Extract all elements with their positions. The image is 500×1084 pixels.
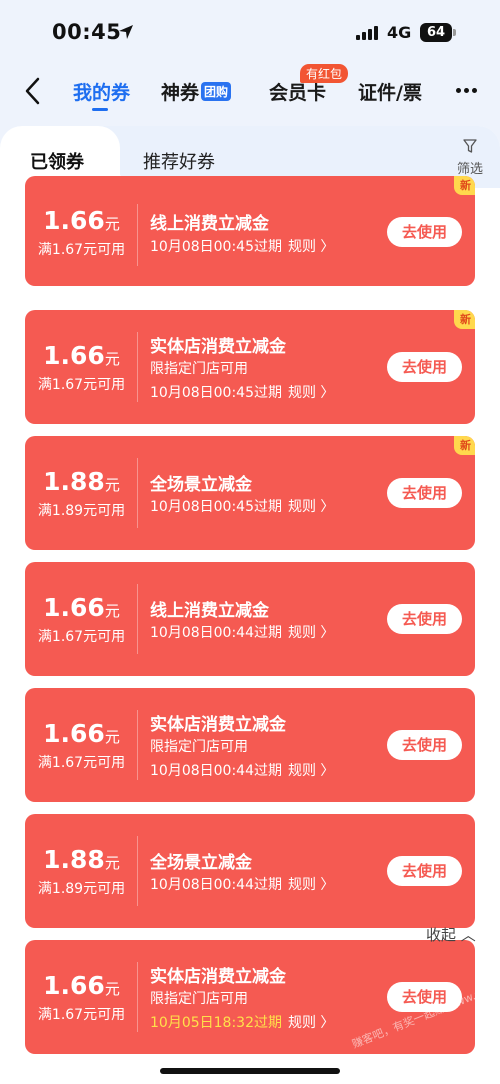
filter-button[interactable]: 筛选	[452, 138, 488, 177]
coupon-expiry: 10月08日00:45过期 规则 〉	[150, 385, 335, 401]
coupon-title: 全场景立减金	[150, 853, 252, 873]
coupon-condition: 满1.67元可用	[37, 1007, 126, 1023]
coupon-card: 1.66元 满1.67元可用 线上消费立减金 10月08日00:44过期 规则 〉…	[25, 562, 475, 676]
coupon-expiry: 10月08日00:44过期 规则 〉	[150, 763, 335, 779]
coupon-rule-link[interactable]: 规则 〉	[288, 1015, 334, 1031]
coupon-panel: 已领券 推荐好券 筛选 1.66元 满1.67元可用 线上消费立减金 10月08…	[0, 126, 500, 1084]
red-packet-badge: 有红包	[300, 64, 349, 83]
new-badge: 新	[454, 436, 475, 455]
coupon-divider	[137, 710, 138, 780]
coupon-card: 1.88元 满1.89元可用 全场景立减金 10月08日00:45过期 规则 〉 …	[25, 436, 475, 550]
coupon-rule-link[interactable]: 规则 〉	[288, 385, 334, 401]
tab-shen-quan-label: 神券	[161, 82, 200, 104]
coupon-card: 1.88元 满1.89元可用 全场景立减金 10月08日00:44过期 规则 〉 …	[25, 814, 475, 928]
sub-tab-recommended[interactable]: 推荐好券	[143, 148, 215, 174]
coupon-expiry: 10月05日18:32过期 规则 〉	[150, 1015, 335, 1031]
coupon-amount: 1.88元	[43, 467, 120, 496]
tab-shen-quan[interactable]: 神券 团购	[161, 78, 232, 105]
filter-label: 筛选	[456, 162, 483, 177]
coupon-list: 1.66元 满1.67元可用 线上消费立减金 10月08日00:45过期 规则 〉…	[0, 176, 500, 1084]
coupon-condition: 满1.89元可用	[37, 881, 126, 897]
active-tab-indicator	[92, 108, 108, 111]
group-buy-pill: 团购	[201, 82, 232, 101]
coupon-divider	[137, 204, 138, 266]
signal-icon	[356, 26, 378, 40]
collapse-button[interactable]: 收起 ︿	[426, 924, 476, 945]
coupon-amount: 1.66元	[43, 593, 120, 622]
coupon-title: 实体店消费立减金	[150, 337, 286, 357]
coupon-expiry: 10月08日00:44过期 规则 〉	[150, 877, 335, 893]
new-badge: 新	[454, 310, 475, 329]
coupon-title: 全场景立减金	[150, 475, 252, 495]
clock-time: 00:45	[52, 20, 122, 44]
coupon-subtitle: 限指定门店可用	[150, 991, 248, 1007]
coupon-condition: 满1.67元可用	[37, 242, 126, 258]
network-type: 4G	[387, 23, 412, 42]
coupon-amount: 1.88元	[43, 845, 120, 874]
coupon-subtitle: 限指定门店可用	[150, 739, 248, 755]
coupon-card: 1.66元 满1.67元可用 实体店消费立减金 限指定门店可用 10月05日18…	[25, 940, 475, 1054]
use-coupon-button[interactable]: 去使用	[387, 478, 462, 508]
coupon-amount: 1.66元	[43, 971, 120, 1000]
coupon-condition: 满1.67元可用	[37, 377, 126, 393]
coupon-rule-link[interactable]: 规则 〉	[288, 625, 334, 641]
coupon-title: 实体店消费立减金	[150, 715, 286, 735]
coupon-divider	[137, 836, 138, 906]
coupon-amount: 1.66元	[43, 341, 120, 370]
coupon-title: 线上消费立减金	[150, 214, 269, 234]
coupon-condition: 满1.67元可用	[37, 629, 126, 645]
home-indicator	[160, 1068, 340, 1074]
back-arrow-icon[interactable]	[22, 76, 44, 106]
use-coupon-button[interactable]: 去使用	[387, 856, 462, 886]
status-bar: 00:45 4G 64	[0, 0, 500, 66]
coupon-condition: 满1.89元可用	[37, 503, 126, 519]
more-icon[interactable]	[456, 88, 478, 94]
tab-documents-tickets[interactable]: 证件/票	[358, 78, 422, 105]
coupon-condition: 满1.67元可用	[37, 755, 126, 771]
use-coupon-button[interactable]: 去使用	[387, 217, 462, 247]
coupon-rule-link[interactable]: 规则 〉	[288, 239, 334, 255]
tab-my-coupons[interactable]: 我的券	[73, 78, 130, 105]
coupon-card: 1.66元 满1.67元可用 实体店消费立减金 限指定门店可用 10月08日00…	[25, 688, 475, 802]
coupon-subtitle: 限指定门店可用	[150, 361, 248, 377]
coupon-divider	[137, 458, 138, 528]
battery-icon: 64	[420, 23, 452, 42]
coupon-title: 线上消费立减金	[150, 601, 269, 621]
coupon-title: 实体店消费立减金	[150, 967, 286, 987]
use-coupon-button[interactable]: 去使用	[387, 730, 462, 760]
filter-icon	[463, 139, 477, 153]
use-coupon-button[interactable]: 去使用	[387, 604, 462, 634]
top-nav: 我的券 神券 团购 会员卡 有红包 证件/票	[0, 64, 500, 116]
coupon-expiry: 10月08日00:44过期 规则 〉	[150, 625, 335, 641]
coupon-card: 1.66元 满1.67元可用 线上消费立减金 10月08日00:45过期 规则 〉…	[25, 176, 475, 286]
coupon-card: 1.66元 满1.67元可用 实体店消费立减金 限指定门店可用 10月08日00…	[25, 310, 475, 424]
coupon-rule-link[interactable]: 规则 〉	[288, 877, 334, 893]
battery-tip	[453, 29, 456, 36]
coupon-expiry: 10月08日00:45过期 规则 〉	[150, 239, 335, 255]
coupon-amount: 1.66元	[43, 206, 120, 235]
use-coupon-button[interactable]: 去使用	[387, 352, 462, 382]
new-badge: 新	[454, 176, 475, 195]
coupon-divider	[137, 332, 138, 402]
coupon-rule-link[interactable]: 规则 〉	[288, 499, 334, 515]
location-arrow-icon	[119, 25, 133, 39]
coupon-expiry: 10月08日00:45过期 规则 〉	[150, 499, 335, 515]
coupon-divider	[137, 584, 138, 654]
sub-tab-claimed[interactable]: 已领券	[30, 148, 84, 174]
coupon-amount: 1.66元	[43, 719, 120, 748]
coupon-rule-link[interactable]: 规则 〉	[288, 763, 334, 779]
coupon-divider	[137, 962, 138, 1032]
